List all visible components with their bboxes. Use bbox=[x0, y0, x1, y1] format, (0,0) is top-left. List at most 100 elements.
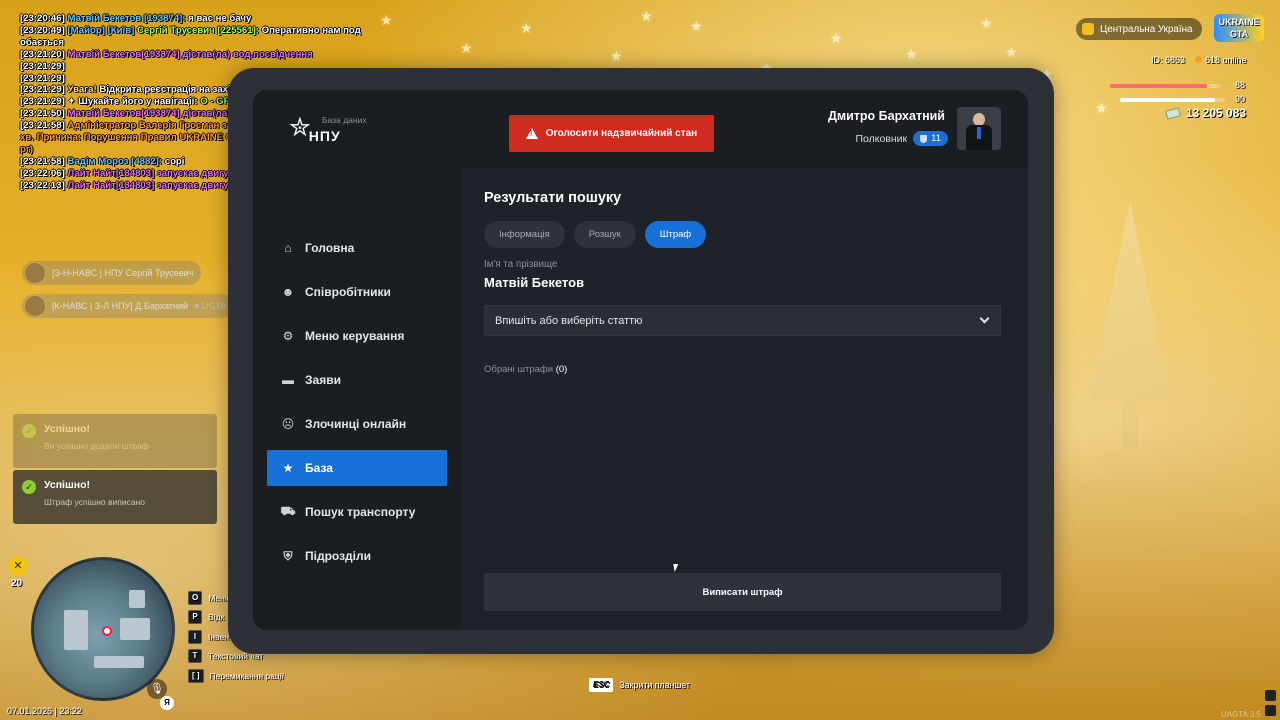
notification-desc: Ви успішно додали штраф bbox=[44, 441, 149, 451]
npu-star-icon: ✮ bbox=[289, 112, 311, 142]
sidebar-item-label: Меню керування bbox=[305, 329, 405, 343]
online-dot-icon bbox=[1195, 56, 1203, 63]
check-icon: ✓ bbox=[22, 424, 36, 438]
health-value: 88 bbox=[1235, 80, 1246, 90]
region-badge: Центральна Україна bbox=[1076, 18, 1203, 40]
armor-value: 90 bbox=[1235, 94, 1246, 104]
star-icon: ★ bbox=[282, 461, 294, 475]
player-id: ID: 6863 bbox=[1151, 55, 1186, 65]
rank-shield-icon bbox=[920, 134, 928, 143]
cash-icon bbox=[1165, 106, 1181, 120]
sidebar-item-car[interactable]: ⛟ Пошук транспорту bbox=[267, 494, 447, 530]
chat-line: [23:20:49] [Майор] [Київ] Сергій Трусеви… bbox=[20, 24, 361, 36]
chosen-fines: Обрані штрафи (0) bbox=[484, 364, 568, 375]
tablet-nav: ⌂ Головна ☻ Співробітники ⚙ Меню керування ▬ За… bbox=[267, 230, 447, 582]
article-select[interactable]: Впишіть або виберіть статтю bbox=[484, 305, 1001, 336]
search-results-panel: Результати пошуку Інформація Розшук Штраф … bbox=[461, 168, 1028, 630]
sidebar-item-label: Співробітники bbox=[305, 285, 391, 299]
article-select-placeholder: Впишіть або виберіть статтю bbox=[495, 314, 643, 327]
esc-key[interactable]: ESC bbox=[589, 678, 614, 692]
voice-extra: ♥ UGTA bbox=[194, 301, 227, 311]
notification-desc: Штраф успішно виписано bbox=[44, 497, 146, 507]
sidebar-item-label: Пошук транспорту bbox=[305, 505, 416, 519]
police-tablet-screen: ✮ НПУ База даних Оголосити надзвичайний … bbox=[253, 90, 1028, 630]
brand-name: НПУ bbox=[308, 128, 341, 144]
sidebar-item-label: Злочинці онлайн bbox=[305, 417, 407, 431]
notification-title: Успішно! bbox=[44, 479, 90, 491]
chevron-down-icon bbox=[979, 313, 990, 324]
sidebar-item-folder[interactable]: ▬ Заяви bbox=[267, 362, 447, 398]
health-bar bbox=[1110, 84, 1207, 88]
player-id-line: ID: 6863 618 online bbox=[1151, 55, 1247, 65]
key-hint: [ ] Перемикання рації bbox=[188, 666, 284, 686]
sidebar-item-gear[interactable]: ⚙ Меню керування bbox=[267, 318, 447, 354]
key-hint-label: Відк bbox=[208, 612, 225, 623]
watermark: UAGTA 3.5 bbox=[1221, 710, 1261, 719]
name-value: Матвій Бекетов bbox=[484, 275, 585, 290]
sidebar-item-mask[interactable]: ☹ Злочинці онлайн bbox=[267, 406, 447, 442]
brand-logo: ✮ НПУ База даних bbox=[289, 110, 367, 144]
brand-subtitle: База даних bbox=[322, 115, 367, 125]
key-cap: [ ] bbox=[188, 668, 204, 683]
sidebar-item-label: Підрозділи bbox=[305, 549, 371, 563]
people-icon: ☻ bbox=[281, 285, 295, 299]
voice-indicator: [З-Н-НАВС | НПУ Сергій Трусевич bbox=[22, 261, 202, 285]
armor-bar bbox=[1120, 98, 1215, 102]
tab-fine[interactable]: Штраф bbox=[644, 221, 707, 248]
online-count: 618 online bbox=[1195, 55, 1247, 65]
user-rank: Полковник 11 bbox=[855, 131, 948, 146]
chat-line: обається bbox=[20, 36, 64, 48]
key-cap: I bbox=[188, 629, 202, 644]
page-title: Результати пошуку bbox=[484, 190, 622, 206]
avatar[interactable] bbox=[957, 107, 1001, 150]
car-icon: ⛟ bbox=[280, 504, 296, 518]
voice-speaker-name: [К-НАВС | З-Л НПУ] Д.Бархатний bbox=[52, 301, 189, 311]
key-cap: P bbox=[188, 610, 202, 625]
region-name: Центральна Україна bbox=[1100, 23, 1193, 35]
voice-indicator: [К-НАВС | З-Л НПУ] Д.Бархатний ♥ UGTA bbox=[22, 294, 235, 318]
language-indicator: Я bbox=[160, 696, 174, 710]
key-cap: T bbox=[188, 649, 202, 664]
money-display: 13 205 083 bbox=[1165, 106, 1246, 120]
issue-fine-button[interactable]: Виписати штраф bbox=[484, 573, 1001, 611]
sidebar-item-label: Заяви bbox=[305, 373, 341, 387]
avatar bbox=[24, 295, 46, 317]
declare-emergency-button[interactable]: Оголосити надзвичайний стан bbox=[509, 115, 714, 152]
result-tabs: Інформація Розшук Штраф bbox=[484, 221, 707, 248]
sidebar-item-star[interactable]: ★ База bbox=[267, 450, 447, 486]
notification-title: Успішно! bbox=[44, 423, 90, 435]
chat-line: [23:21:20] Матвій Бекетов[193874] дістав… bbox=[20, 48, 313, 60]
key-hint-label: Перемикання рації bbox=[209, 670, 285, 681]
sidebar-item-shield[interactable]: ⛨ Підрозділи bbox=[267, 538, 447, 574]
mask-icon: ☹ bbox=[281, 417, 295, 431]
side-icons bbox=[1265, 690, 1277, 720]
folder-icon: ▬ bbox=[282, 373, 294, 387]
wanted-level-value: 20 bbox=[11, 578, 23, 589]
key-cap: O bbox=[188, 590, 203, 605]
sidebar-item-home[interactable]: ⌂ Головна bbox=[267, 230, 447, 266]
tab-wanted[interactable]: Розшук bbox=[573, 221, 636, 248]
tab-info[interactable]: Інформація bbox=[484, 221, 565, 248]
sidebar-item-label: База bbox=[305, 461, 333, 475]
region-shield-icon bbox=[1082, 23, 1094, 35]
tree-decoration bbox=[1090, 200, 1170, 450]
chat-line: [23:20:46] Матвій Бекетов [193874]: я ва… bbox=[20, 13, 252, 24]
chosen-fines-count: (0) bbox=[555, 364, 568, 375]
voice-speaker-name: [З-Н-НАВС | НПУ Сергій Трусевич bbox=[52, 268, 194, 278]
home-icon: ⌂ bbox=[284, 241, 292, 255]
rank-level-badge: 11 bbox=[913, 131, 948, 146]
sidebar-item-people[interactable]: ☻ Співробітники bbox=[267, 274, 447, 310]
check-icon: ✓ bbox=[22, 480, 36, 494]
date-time: 07.01.2026 | 23:22 bbox=[7, 706, 82, 716]
close-tablet-hint: ESC Закрити планшет bbox=[589, 678, 690, 692]
gear-icon: ⚙ bbox=[282, 329, 294, 343]
name-label: Ім'я та прізвище bbox=[484, 259, 558, 270]
notification-toast: ✓ Успішно! Штраф успішно виписано bbox=[13, 470, 217, 524]
sidebar-item-label: Головна bbox=[305, 241, 355, 255]
notification-toast: ✓ Успішно! Ви успішно додали штраф bbox=[13, 414, 217, 468]
warning-icon bbox=[525, 128, 538, 139]
settings-icon bbox=[1265, 705, 1276, 716]
avatar bbox=[24, 262, 46, 284]
mic-status-icon bbox=[1265, 690, 1276, 701]
shield-icon: ⛨ bbox=[283, 548, 293, 563]
